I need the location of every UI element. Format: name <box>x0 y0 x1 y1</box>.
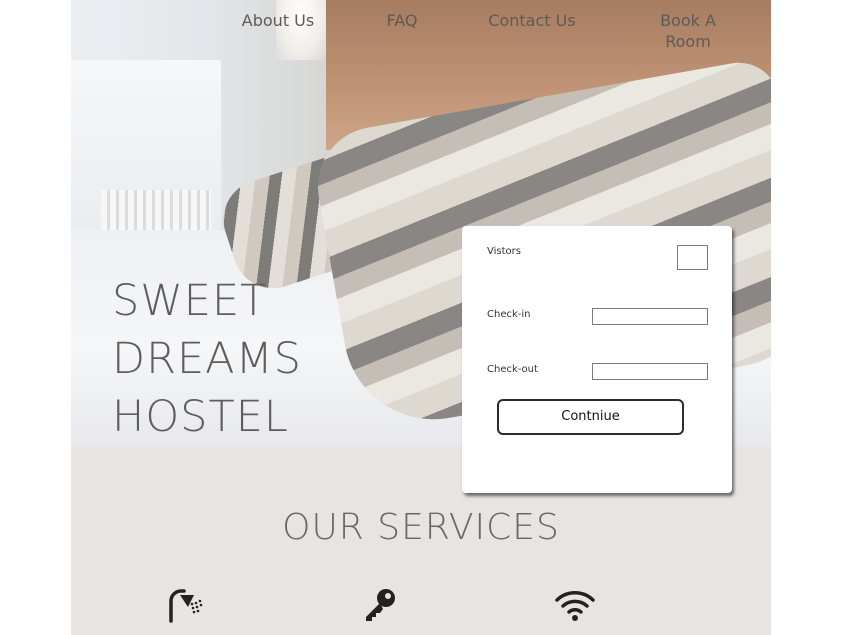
nav-about-us[interactable]: About Us <box>228 10 328 31</box>
continue-button[interactable]: Contniue <box>497 399 684 435</box>
wifi-icon <box>555 591 595 621</box>
nav-faq[interactable]: FAQ <box>352 10 452 31</box>
hero-title-line-3: HOSTEL <box>112 392 289 442</box>
checkin-input[interactable] <box>592 308 708 325</box>
shower-icon <box>169 589 203 623</box>
hero-title-line-1: SWEET <box>112 276 268 326</box>
checkin-label: Check-in <box>487 309 531 320</box>
services-title: OUR SERVICES <box>282 507 560 548</box>
booking-form: Vistors Check-in Check-out Contniue <box>462 226 732 493</box>
nav-contact-us[interactable]: Contact Us <box>482 10 582 31</box>
visitors-label: Vistors <box>487 246 521 257</box>
hero-title: SWEET DREAMS HOSTEL <box>112 272 372 446</box>
checkout-label: Check-out <box>487 364 538 375</box>
checkout-input[interactable] <box>592 363 708 380</box>
nav-book-a-room[interactable]: Book A Room <box>638 10 738 52</box>
key-icon <box>366 589 395 621</box>
top-nav: About Us FAQ Contact Us Book A Room <box>71 10 771 60</box>
visitors-input[interactable] <box>677 245 708 270</box>
hero-title-line-2: DREAMS <box>112 334 302 384</box>
page: About Us FAQ Contact Us Book A Room SWEE… <box>71 0 771 635</box>
